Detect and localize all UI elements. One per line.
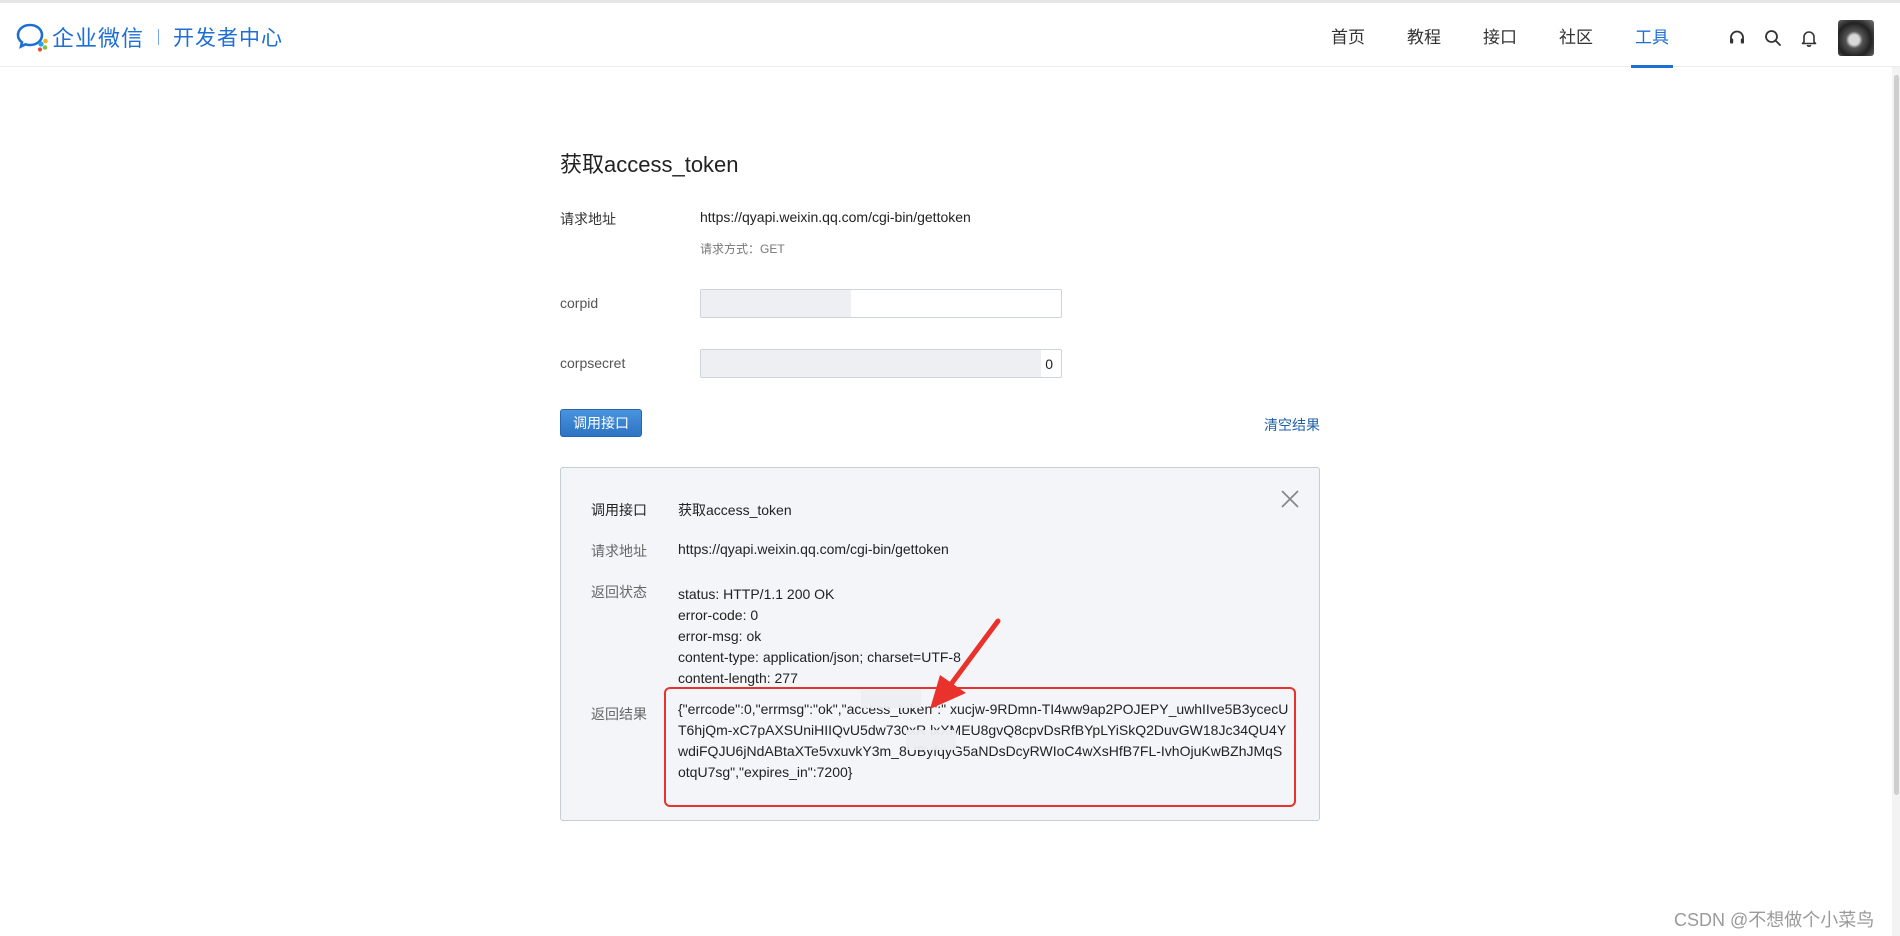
nav-home[interactable]: 首页 <box>1310 3 1386 67</box>
corpid-label: corpid <box>560 295 599 311</box>
result-status-label: 返回状态 <box>591 584 647 600</box>
clear-results-link[interactable]: 清空结果 <box>1264 415 1320 435</box>
headset-icon[interactable] <box>1726 27 1748 49</box>
nav-api[interactable]: 接口 <box>1462 3 1538 67</box>
wecom-logo-icon <box>16 23 48 52</box>
request-url-label: 请求地址 <box>560 211 616 227</box>
nav-community[interactable]: 社区 <box>1538 3 1614 67</box>
logo[interactable]: 企业微信 开发者中心 <box>16 21 283 53</box>
result-url-label: 请求地址 <box>591 543 647 559</box>
watermark: CSDN @不想做个小菜鸟 <box>1674 910 1875 930</box>
close-icon[interactable] <box>1279 488 1301 510</box>
result-body-label: 返回结果 <box>591 706 647 722</box>
developer-center-title: 开发者中心 <box>173 27 284 50</box>
main-nav: 首页 教程 接口 社区 工具 <box>1310 3 1690 68</box>
status-line: content-length: 277 <box>678 670 798 686</box>
result-json: {"errcode":0,"errmsg":"ok","access_token… <box>678 701 1289 780</box>
result-url-value: https://qyapi.weixin.qq.com/cgi-bin/gett… <box>678 541 949 557</box>
status-lines: status: HTTP/1.1 200 OK error-code: 0 er… <box>678 584 961 689</box>
nav-tutorials[interactable]: 教程 <box>1386 3 1462 67</box>
status-line: content-type: application/json; charset=… <box>678 649 961 665</box>
result-json-highlight: {"errcode":0,"errmsg":"ok","access_token… <box>664 687 1296 807</box>
result-api-label: 调用接口 <box>591 502 647 518</box>
top-header: 企业微信 开发者中心 首页 教程 接口 社区 工具 <box>0 3 1900 68</box>
corpid-input[interactable] <box>700 289 1062 318</box>
result-panel: 调用接口 获取access_token 请求地址 https://qyapi.w… <box>560 467 1320 821</box>
request-url-value: https://qyapi.weixin.qq.com/cgi-bin/gett… <box>700 209 971 225</box>
search-icon[interactable] <box>1762 27 1784 49</box>
user-avatar[interactable] <box>1838 20 1874 56</box>
browser-page: 企业微信 开发者中心 首页 教程 接口 社区 工具 获取access_token… <box>0 0 1900 936</box>
status-line: error-msg: ok <box>678 628 762 644</box>
bell-icon[interactable] <box>1798 27 1820 49</box>
corpsecret-label: corpsecret <box>560 355 626 371</box>
request-method: 请求方式：GET <box>700 242 785 256</box>
status-line: status: HTTP/1.1 200 OK <box>678 586 835 602</box>
page-scrollbar[interactable] <box>1892 67 1900 936</box>
result-api-value: 获取access_token <box>678 502 792 518</box>
page-title: 获取access_token <box>560 152 739 177</box>
header-tools <box>1726 20 1874 56</box>
corpsecret-input[interactable] <box>700 349 1062 378</box>
scrollbar-thumb[interactable] <box>1894 75 1899 795</box>
status-line: error-code: 0 <box>678 607 759 623</box>
brand-name: 企业微信 <box>52 26 145 51</box>
call-api-button[interactable]: 调用接口 <box>560 409 642 437</box>
nav-tools[interactable]: 工具 <box>1614 3 1690 68</box>
logo-divider <box>158 29 160 45</box>
